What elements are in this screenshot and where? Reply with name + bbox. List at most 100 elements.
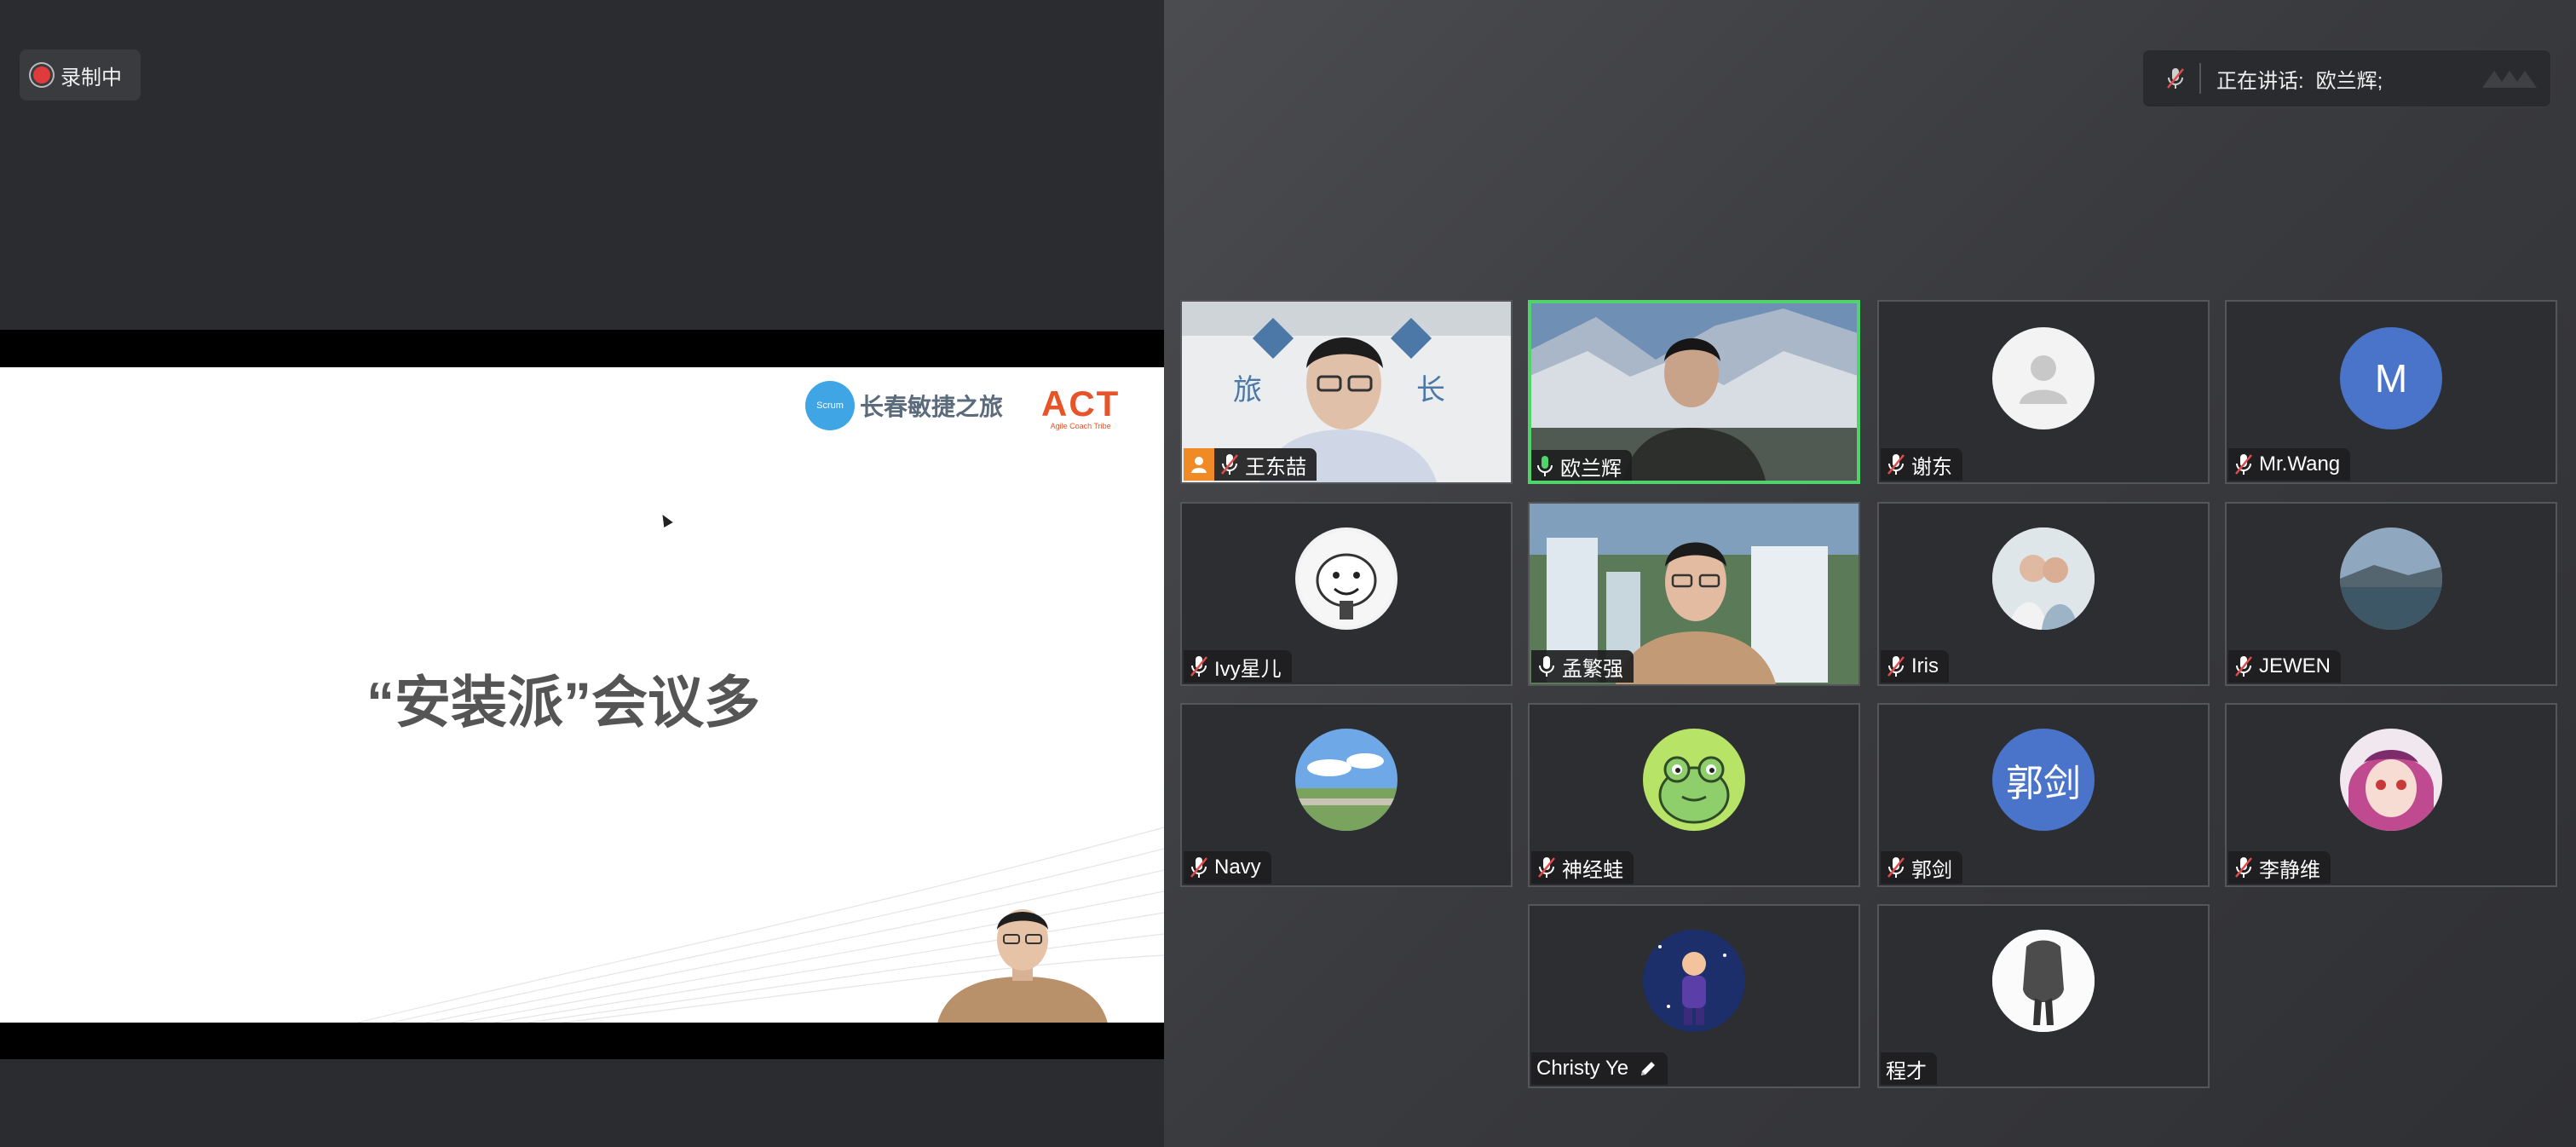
participant-tile-meng-fanqiang[interactable]: 孟繁强 bbox=[1528, 502, 1860, 686]
participant-name: 程才 bbox=[1886, 1059, 1927, 1083]
avatar-initial: 郭剑 bbox=[2006, 763, 2081, 804]
participant-tile-iris[interactable]: Iris bbox=[1877, 502, 2210, 686]
participant-name: Iris bbox=[1911, 654, 1939, 677]
participant-nameplate: 郭剑 bbox=[1881, 851, 1962, 884]
participant-nameplate: Mr.Wang bbox=[2228, 448, 2351, 481]
photo-avatar-icon bbox=[1992, 527, 2095, 630]
participant-tile-christy-ye[interactable]: Christy Ye bbox=[1528, 904, 1860, 1088]
participant-tile-wang-dongzhe[interactable]: 长 旅 王东喆 bbox=[1180, 300, 1513, 484]
avatar: 郭剑 bbox=[1992, 729, 2095, 831]
mic-muted-icon bbox=[1887, 656, 1905, 677]
participant-name: 王东喆 bbox=[1245, 455, 1306, 479]
shared-screen-pane: 录制中 Scrum 长春敏捷之旅 ACT Agile Coach Tribe “… bbox=[0, 0, 1164, 1147]
avatar bbox=[1992, 930, 2095, 1032]
participant-name: 欧兰辉 bbox=[1560, 457, 1622, 481]
participant-name: Christy Ye bbox=[1536, 1057, 1629, 1080]
avatar bbox=[2340, 729, 2442, 831]
svg-text:长: 长 bbox=[1416, 374, 1445, 406]
participant-tile-li-jingwei[interactable]: 李静维 bbox=[2225, 703, 2557, 887]
brand-logo: Scrum 长春敏捷之旅 bbox=[805, 381, 1003, 430]
anime-avatar-icon bbox=[2340, 729, 2442, 831]
landscape-avatar-icon bbox=[1295, 729, 1397, 831]
participant-tile-jewen[interactable]: JEWEN bbox=[2225, 502, 2557, 686]
participant-tile-navy[interactable]: Navy bbox=[1180, 703, 1513, 887]
act-logo-text: ACT bbox=[1041, 383, 1121, 424]
avatar bbox=[1643, 930, 1745, 1032]
participant-nameplate: 王东喆 bbox=[1184, 448, 1317, 481]
participant-nameplate: 欧兰辉 bbox=[1531, 450, 1632, 481]
participant-nameplate: 孟繁强 bbox=[1531, 650, 1634, 683]
speaking-name: 欧兰辉; bbox=[2315, 69, 2383, 93]
mic-muted-icon bbox=[2235, 857, 2252, 878]
record-dot-icon bbox=[33, 66, 50, 84]
avatar bbox=[1643, 729, 1745, 831]
participant-name: Ivy星儿 bbox=[1214, 657, 1282, 681]
participant-tile-shenjingwa[interactable]: 神经蛙 bbox=[1528, 703, 1860, 887]
letterbox-top bbox=[0, 330, 1164, 367]
brand-logo-small-text: Scrum bbox=[816, 401, 844, 411]
avatar bbox=[1295, 729, 1397, 831]
participant-name: 谢东 bbox=[1911, 455, 1952, 479]
participant-nameplate: Navy bbox=[1184, 851, 1271, 884]
participant-tile-cheng-cai[interactable]: 程才 bbox=[1877, 904, 2210, 1088]
active-speaker-bar: 正在讲话: 欧兰辉; bbox=[2142, 49, 2551, 107]
participant-nameplate: Iris bbox=[1881, 650, 1949, 683]
scrum-logo-icon: Scrum bbox=[805, 381, 855, 430]
mic-on-icon bbox=[1539, 656, 1554, 677]
participant-tile-mr-wang[interactable]: M Mr.Wang bbox=[2225, 300, 2557, 484]
participant-nameplate: Ivy星儿 bbox=[1184, 650, 1292, 683]
mic-on-icon bbox=[1537, 456, 1553, 476]
avatar bbox=[1992, 527, 2095, 630]
pencil-icon bbox=[1641, 1062, 1656, 1075]
divider bbox=[2199, 63, 2201, 94]
avatar bbox=[1992, 327, 2095, 429]
act-logo: ACT Agile Coach Tribe bbox=[1041, 383, 1121, 431]
avatar-initial: M bbox=[2374, 356, 2408, 401]
participant-name: 孟繁强 bbox=[1562, 657, 1623, 681]
slide-title: “安装派”会议多 bbox=[366, 671, 760, 734]
svg-text:旅: 旅 bbox=[1233, 374, 1262, 406]
participant-tile-ou-lanhui[interactable]: 欧兰辉 bbox=[1528, 300, 1860, 484]
landscape-avatar-icon bbox=[2340, 527, 2442, 630]
participant-nameplate: 李静维 bbox=[2228, 851, 2331, 884]
participant-tile-xie-dong[interactable]: 谢东 bbox=[1877, 300, 2210, 484]
mic-muted-icon bbox=[1887, 454, 1905, 475]
participant-nameplate: JEWEN bbox=[2228, 650, 2341, 683]
mic-muted-icon bbox=[1538, 857, 1555, 878]
brand-text: 长春敏捷之旅 bbox=[860, 394, 1004, 420]
mic-muted-icon bbox=[1221, 454, 1238, 475]
frog-avatar-icon bbox=[1643, 729, 1745, 831]
participant-nameplate: 谢东 bbox=[1881, 448, 1962, 481]
mic-muted-icon bbox=[1190, 656, 1207, 677]
participant-name: 郭剑 bbox=[1911, 858, 1952, 882]
speaking-prefix: 正在讲话: bbox=[2216, 69, 2304, 93]
presentation-slide: Scrum 长春敏捷之旅 ACT Agile Coach Tribe “安装派”… bbox=[0, 367, 1164, 1023]
act-logo-subtitle: Agile Coach Tribe bbox=[1050, 422, 1111, 430]
participant-tile-ivy[interactable]: Ivy星儿 bbox=[1180, 502, 1513, 686]
sketch-avatar-icon bbox=[1992, 930, 2095, 1032]
participant-nameplate: 程才 bbox=[1881, 1052, 1937, 1085]
default-user-icon bbox=[2020, 355, 2067, 404]
participant-nameplate: 神经蛙 bbox=[1531, 851, 1634, 884]
participant-name: Navy bbox=[1214, 856, 1261, 879]
mic-muted-icon bbox=[1887, 857, 1905, 878]
cartoon-avatar-icon bbox=[1299, 531, 1394, 626]
participant-name: 李静维 bbox=[2259, 858, 2320, 882]
avatar bbox=[1295, 527, 1397, 630]
participant-nameplate: Christy Ye bbox=[1531, 1052, 1668, 1085]
recording-label: 录制中 bbox=[61, 66, 122, 89]
avatar: M bbox=[2340, 327, 2442, 429]
letterbox-bottom bbox=[0, 1023, 1164, 1059]
host-person-icon bbox=[1184, 448, 1214, 481]
mic-muted-icon bbox=[1190, 857, 1207, 878]
mic-muted-icon bbox=[2235, 656, 2252, 677]
participant-tile-guo-jian[interactable]: 郭剑 郭剑 bbox=[1877, 703, 2210, 887]
recording-indicator[interactable]: 录制中 bbox=[20, 49, 141, 101]
presenter-cutout-video bbox=[937, 909, 1108, 1023]
avatar bbox=[2340, 527, 2442, 630]
mic-muted-icon bbox=[2167, 68, 2184, 89]
participant-name: JEWEN bbox=[2259, 654, 2331, 677]
meeting-brand-icon bbox=[2482, 71, 2537, 88]
mic-muted-icon bbox=[2235, 454, 2252, 475]
participant-name: Mr.Wang bbox=[2259, 452, 2341, 476]
